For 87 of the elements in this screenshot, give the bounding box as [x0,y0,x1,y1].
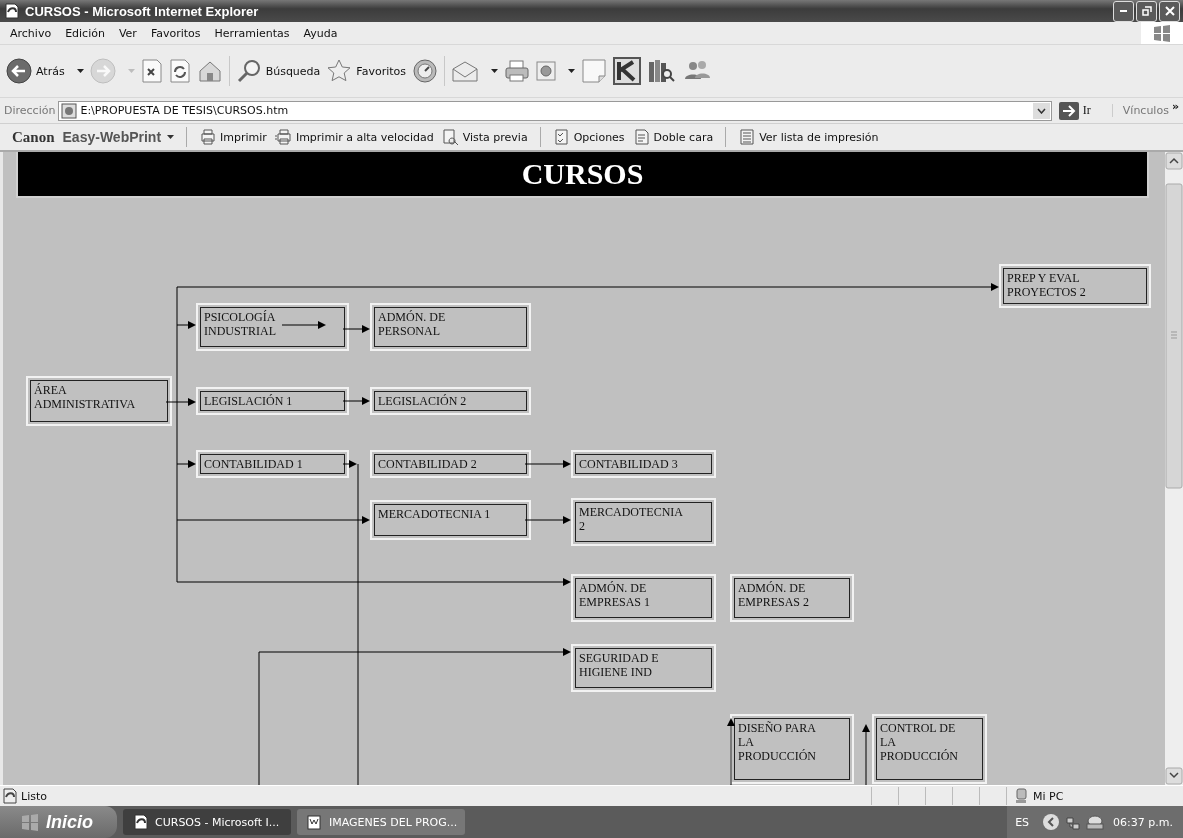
connector-arrow [342,397,370,405]
search-icon [235,58,262,84]
caret-icon [167,135,175,139]
chevron-left-icon[interactable] [1042,813,1061,831]
refresh-icon [168,59,191,83]
connector-arrow [176,321,196,329]
print-toolbar-button[interactable]: Doble cara [632,128,714,146]
window-title: CURSOS - Microsoft Internet Explorer [25,3,260,19]
caret-icon [491,69,498,73]
list-icon [738,128,757,146]
connector-arrow [524,460,571,468]
connector-arrow [727,718,735,785]
network-icon[interactable] [1065,814,1082,830]
clock-icon [412,58,438,84]
language-indicator[interactable]: ES [1015,815,1030,829]
windows-flag-icon [20,813,40,831]
menu-item[interactable]: Edición [63,26,112,40]
connector-arrow [176,460,196,468]
printer-icon [274,128,293,146]
toolbar-button[interactable] [140,56,163,86]
checklist-icon [552,128,571,146]
browser-page-icon [4,3,20,19]
toolbar-button[interactable]: Favoritos [326,56,406,86]
status-text: Listo [21,789,47,803]
zone-label: Mi PC [1033,789,1064,803]
windows-flag-icon [1152,24,1172,42]
connector-arrow [342,460,357,468]
menu-item[interactable]: Favoritos [148,26,208,40]
printer-icon [199,128,218,146]
toolbar-button[interactable] [412,56,438,86]
connector-arrow [281,321,326,329]
taskbar-button[interactable]: CURSOS - Microsoft I... [123,809,291,835]
caret-icon [127,69,135,73]
toolbar-button[interactable] [613,56,641,86]
page-heading: CURSOS [18,152,1147,196]
print-toolbar-button[interactable]: Ver lista de impresión [738,128,879,146]
restore-button[interactable] [1136,0,1157,22]
menu-item[interactable]: Ayuda [301,26,345,40]
scrollbar[interactable] [1165,152,1183,785]
dropdown-button[interactable] [1032,102,1050,119]
computer-icon [1013,788,1029,804]
browser-page-icon [133,814,149,830]
minimize-button[interactable] [1113,0,1134,22]
menu-item[interactable]: Ver [116,26,144,40]
document-icon [307,814,323,830]
start-button[interactable]: Inicio [0,806,117,838]
print-toolbar-button[interactable]: Opciones [552,128,625,146]
print-toolbar-button[interactable]: Imprimir [199,128,267,146]
magnifier-page-icon [441,128,460,146]
menu-item[interactable]: Archivo [8,26,59,40]
printer-icon [504,59,530,83]
k-logo-icon [613,57,641,85]
blank-page-icon [581,58,607,84]
connector-arrow [165,398,196,406]
right-arrow-icon [1058,101,1079,120]
page-icon [61,102,78,119]
document-icon [632,128,651,146]
stop-icon [140,59,163,83]
books-icon [647,58,675,84]
caret-icon [76,69,84,73]
product-menu[interactable]: Easy-WebPrint [62,129,175,145]
brand-logo: Canon [12,128,55,146]
taskbar-button[interactable]: IMAGENES DEL PROG... [297,809,465,835]
address-field[interactable]: E:\PROPUESTA DE TESIS\CURSOS.htm [58,100,1052,121]
chevron-down-icon [1036,107,1046,114]
connector-arrow [342,325,370,333]
toolbar-button[interactable]: Atrás [6,56,84,86]
close-icon [1164,6,1175,16]
links-label[interactable]: Vínculos [1111,104,1169,117]
more-button[interactable]: » [1171,98,1179,113]
print-toolbar-button[interactable]: Vista previa [441,128,528,146]
go-button[interactable]: Ir [1054,101,1109,120]
caret-icon [568,69,575,73]
connector-arrow [862,724,870,785]
restore-icon [1141,6,1152,16]
address-label: Dirección [4,104,56,117]
print-toolbar-button[interactable]: Imprimir a alta velocidad [274,128,434,146]
envelope-icon [451,60,479,82]
star-icon [326,58,353,84]
home-icon [196,59,223,83]
close-button[interactable] [1159,0,1180,22]
minimize-icon [1120,10,1127,12]
menu-item[interactable]: Herramientas [212,26,297,40]
toolbar-button[interactable] [168,56,191,86]
toolbar-button[interactable]: Búsqueda [235,56,321,86]
connector-arrow [524,516,571,524]
clock: 06:37 p.m. [1113,815,1173,829]
